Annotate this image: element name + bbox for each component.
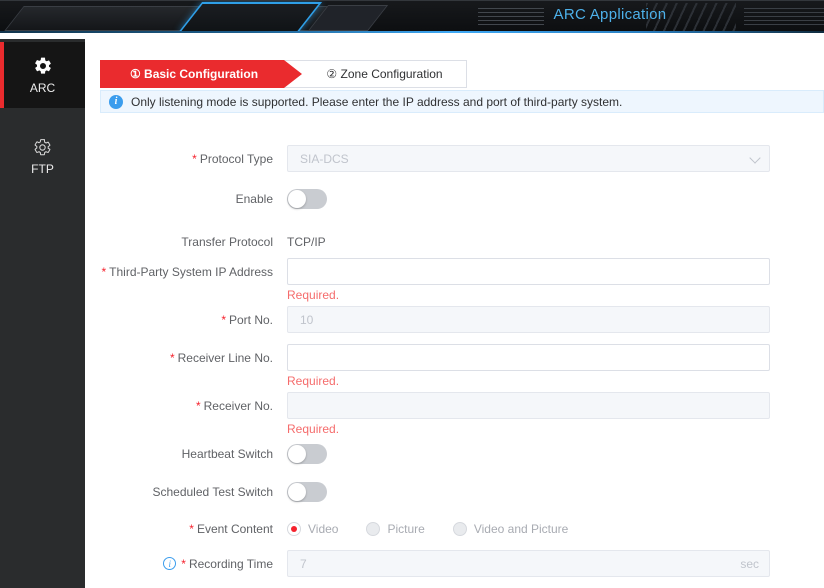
app-title: ARC Application [553,6,667,23]
form-row-transfer-protocol: Transfer Protocol TCP/IP [100,235,824,249]
form-row-recording-time: i * Recording Time sec [100,550,824,577]
receiver-line-no-error-row: Required. [100,374,824,389]
arc-configuration-form: * Protocol Type Enable Transfer Pro [100,145,824,577]
form-row-scheduled-test-switch: Scheduled Test Switch [100,482,824,502]
receiver-line-no-input[interactable] [287,344,770,371]
header-decor-blue-panel [177,2,323,33]
required-asterisk: * [195,398,201,413]
required-asterisk: * [101,264,107,279]
tab-bar: ② Zone Configuration ① Basic Configurati… [100,60,824,88]
required-asterisk: * [192,151,197,166]
header-accent-line [0,31,824,33]
sidebar-item-ftp[interactable]: FTP [0,124,85,190]
form-row-protocol-type: * Protocol Type [100,145,824,172]
scheduled-test-toggle[interactable] [287,482,327,502]
form-row-port-no: * Port No. [100,306,824,333]
receiver-line-no-label: Receiver Line No. [177,350,273,365]
form-row-receiver-no: * Receiver No. [100,392,824,419]
radio-video-and-picture[interactable]: Video and Picture [452,522,568,536]
tab-basic-configuration[interactable]: ① Basic Configuration [100,60,302,88]
required-asterisk: * [189,522,194,536]
protocol-type-label: Protocol Type [199,151,273,166]
receiver-line-no-error: Required. [287,374,340,388]
main-content: ② Zone Configuration ① Basic Configurati… [85,39,824,588]
port-no-input[interactable] [287,306,770,333]
ip-address-error-row: Required. [100,288,824,303]
radio-button-icon [366,522,381,536]
heartbeat-toggle[interactable] [287,444,327,464]
header-decor-stripes [744,8,824,27]
enable-toggle[interactable] [287,189,327,209]
info-icon: i [109,94,123,109]
transfer-protocol-value: TCP/IP [287,235,326,249]
sidebar-item-arc[interactable]: ARC [0,42,85,108]
required-asterisk: * [181,556,186,571]
recording-time-unit: sec [740,557,759,571]
sidebar-item-label: ARC [29,80,56,95]
form-row-enable: Enable [100,189,824,209]
info-banner: i Only listening mode is supported. Plea… [100,90,824,113]
receiver-no-label: Receiver No. [203,398,273,413]
receiver-no-input[interactable] [287,392,770,419]
radio-button-icon [452,522,467,536]
transfer-protocol-label: Transfer Protocol [181,235,273,249]
ip-address-label: Third-Party System IP Address [109,264,273,279]
required-asterisk: * [169,350,175,365]
event-content-radio-group: Video Picture Video and Picture [287,522,568,536]
info-tooltip-icon[interactable]: i [163,557,177,570]
receiver-no-error-row: Required. [100,422,824,437]
recording-time-label: Recording Time [188,556,273,571]
enable-label: Enable [235,192,273,206]
gear-icon [33,138,52,157]
sidebar: ARC FTP [0,39,85,588]
form-row-heartbeat-switch: Heartbeat Switch [100,444,824,464]
tab-zone-configuration[interactable]: ② Zone Configuration [282,60,467,88]
heartbeat-switch-label: Heartbeat Switch [181,447,273,461]
event-content-label: Event Content [196,522,273,536]
gear-icon [33,56,53,76]
info-banner-text: Only listening mode is supported. Please… [131,94,623,109]
protocol-type-select[interactable] [287,145,770,172]
app-header: ARC Application [0,0,824,33]
recording-time-input[interactable] [287,550,770,577]
receiver-no-error: Required. [287,422,340,436]
radio-video[interactable]: Video [287,522,338,536]
form-row-ip-address: * Third-Party System IP Address [100,258,824,285]
ip-address-input[interactable] [287,258,770,285]
scheduled-test-switch-label: Scheduled Test Switch [152,485,273,499]
radio-button-icon [287,522,301,536]
port-no-label: Port No. [228,312,273,327]
form-row-event-content: * Event Content Video Picture Video and … [100,522,824,536]
form-row-receiver-line-no: * Receiver Line No. [100,344,824,371]
required-asterisk: * [221,312,226,327]
sidebar-item-label: FTP [31,162,54,176]
ip-address-error: Required. [287,288,340,302]
radio-picture[interactable]: Picture [366,522,425,536]
